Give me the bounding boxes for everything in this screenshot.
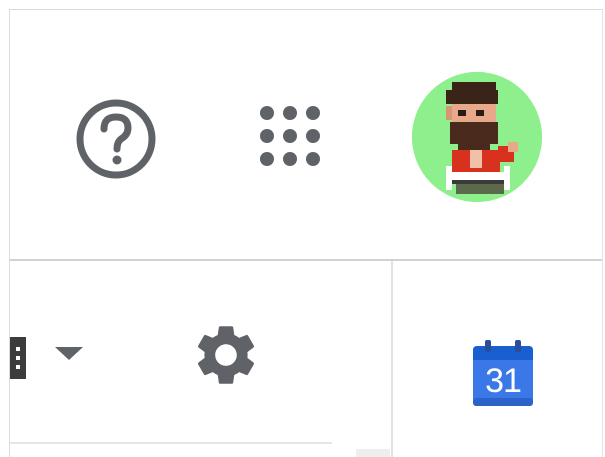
toolbar-bottom-divider: [10, 442, 332, 444]
calendar-day-number: 31: [485, 362, 522, 400]
view-menu-icon: [10, 337, 26, 379]
scrollbar-stub[interactable]: [356, 449, 390, 457]
help-circle-icon: [76, 99, 156, 179]
pixel-avatar: [412, 72, 542, 202]
apps-grid-icon: [260, 106, 320, 166]
help-button[interactable]: [72, 95, 160, 183]
view-dropdown-button[interactable]: [48, 338, 90, 368]
view-menu-button[interactable]: [10, 337, 26, 379]
chevron-down-icon: [55, 347, 83, 360]
calendar-icon: 31: [471, 338, 535, 408]
header-divider: [10, 259, 602, 261]
frame-border: [602, 9, 603, 457]
apps-button[interactable]: [248, 96, 332, 176]
settings-button[interactable]: [186, 315, 266, 395]
account-avatar-button[interactable]: [412, 72, 542, 202]
gear-icon: [197, 326, 255, 384]
calendar-app-button[interactable]: 31: [464, 332, 542, 414]
panel-divider: [391, 261, 393, 457]
